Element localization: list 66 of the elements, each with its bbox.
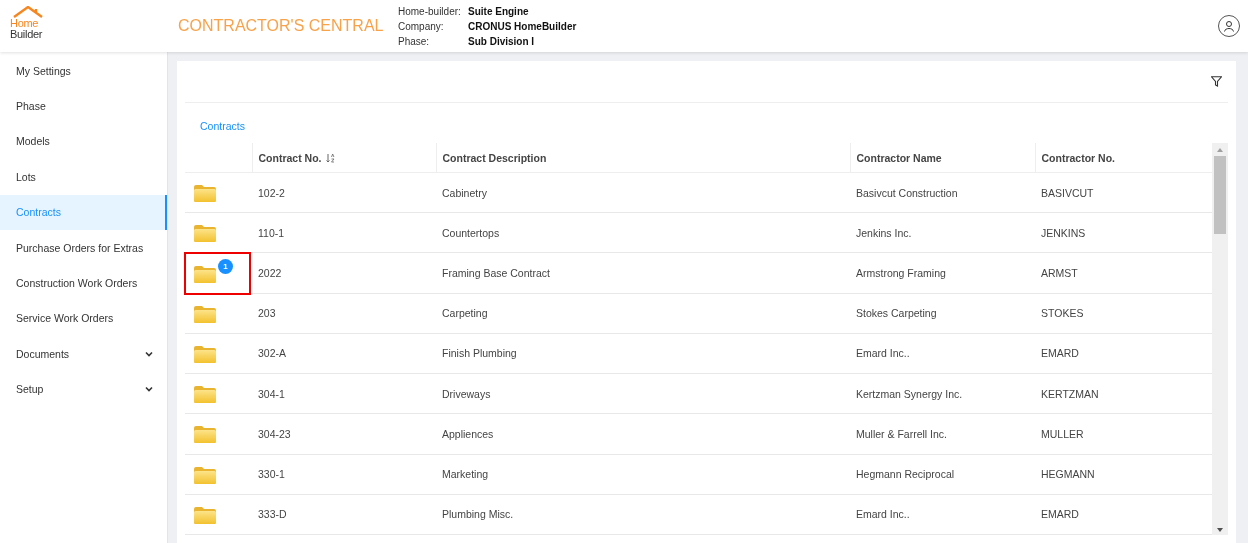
folder-icon[interactable]	[194, 346, 216, 363]
folder-icon[interactable]	[194, 305, 216, 323]
table-cell: 2022	[252, 252, 436, 294]
table-cell: Framing Base Contract	[436, 252, 850, 294]
logo-text: Builder	[10, 29, 43, 40]
info-label: Home-builder:	[398, 4, 462, 19]
column-header[interactable]: Contract No.	[252, 143, 436, 173]
table-cell: Kertzman Synergy Inc.	[850, 373, 1035, 414]
filter-icon[interactable]	[1211, 76, 1222, 87]
folder-icon[interactable]	[194, 225, 216, 243]
table-cell: Jenkins Inc.	[850, 212, 1035, 253]
chevron-down-icon[interactable]	[145, 386, 153, 393]
chevron-down-icon[interactable]	[145, 350, 153, 357]
folder-icon[interactable]	[194, 466, 216, 484]
column-header: Contract Description	[436, 143, 850, 173]
folder-icon[interactable]	[194, 506, 216, 524]
table-cell: Hegmann Reciprocal	[850, 454, 1035, 495]
scrollbar[interactable]	[1212, 143, 1228, 535]
table-cell: Appliences	[436, 413, 850, 455]
table-cell: 304-23	[252, 413, 436, 455]
sidebar-item[interactable]: Purchase Orders for Extras	[0, 229, 167, 266]
sidebar-item[interactable]: Phase	[0, 88, 167, 124]
table-cell: 203	[252, 293, 436, 334]
table-cell: 102-2	[252, 172, 436, 213]
info-label: Phase:	[398, 34, 431, 49]
column-header: Contractor Name	[850, 143, 1035, 173]
info-value: Sub Division I	[468, 34, 536, 49]
table-cell: Muller & Farrell Inc.	[850, 413, 1035, 455]
folder-icon[interactable]	[194, 185, 216, 203]
folder-icon[interactable]	[194, 386, 216, 404]
sidebar-item[interactable]: Lots	[0, 159, 167, 195]
folder-icon[interactable]	[194, 265, 216, 283]
sidebar-item[interactable]: Models	[0, 123, 167, 160]
folder-icon[interactable]	[194, 426, 216, 444]
scroll-up-icon[interactable]	[1216, 147, 1224, 153]
info-value: Suite Engine	[468, 4, 530, 19]
table-cell: Plumbing Misc.	[436, 494, 850, 535]
table-cell: Driveways	[436, 373, 850, 414]
table-cell: Emard Inc..	[850, 333, 1035, 374]
table-cell: 333-D	[252, 494, 436, 535]
logo-text: Home	[10, 18, 39, 29]
table-cell: Emard Inc..	[850, 494, 1035, 535]
table-cell: 304-1	[252, 373, 436, 414]
info-value: CRONUS HomeBuilder	[468, 19, 577, 34]
table-cell: Armstrong Framing	[850, 252, 1035, 294]
table-cell: Stokes Carpeting	[850, 293, 1035, 334]
sidebar-item[interactable]: My Settings	[0, 53, 167, 89]
sidebar-item[interactable]: Service Work Orders	[0, 300, 167, 337]
table-cell: Countertops	[436, 212, 850, 253]
sidebar-item[interactable]: Construction Work Orders	[0, 265, 167, 301]
app-title: CONTRACTOR'S CENTRAL	[178, 17, 385, 35]
table-cell: Marketing	[436, 454, 850, 495]
table-cell: 330-1	[252, 454, 436, 495]
sidebar-item[interactable]: Documents	[0, 336, 167, 372]
scroll-down-icon[interactable]	[1216, 527, 1224, 533]
info-label: Company:	[398, 19, 445, 34]
sort-icon[interactable]	[325, 152, 335, 163]
table-cell: Cabinetry	[436, 172, 850, 213]
sidebar-item[interactable]: Setup	[0, 371, 167, 407]
count-badge: 1	[218, 259, 233, 275]
table-cell: Carpeting	[436, 293, 850, 334]
scrollbar-thumb[interactable]	[1214, 156, 1226, 234]
table-cell: Finish Plumbing	[436, 333, 850, 374]
table-cell: Basivcut Construction	[850, 172, 1035, 213]
table-cell: 110-1	[252, 212, 436, 253]
table-cell: 302-A	[252, 333, 436, 374]
